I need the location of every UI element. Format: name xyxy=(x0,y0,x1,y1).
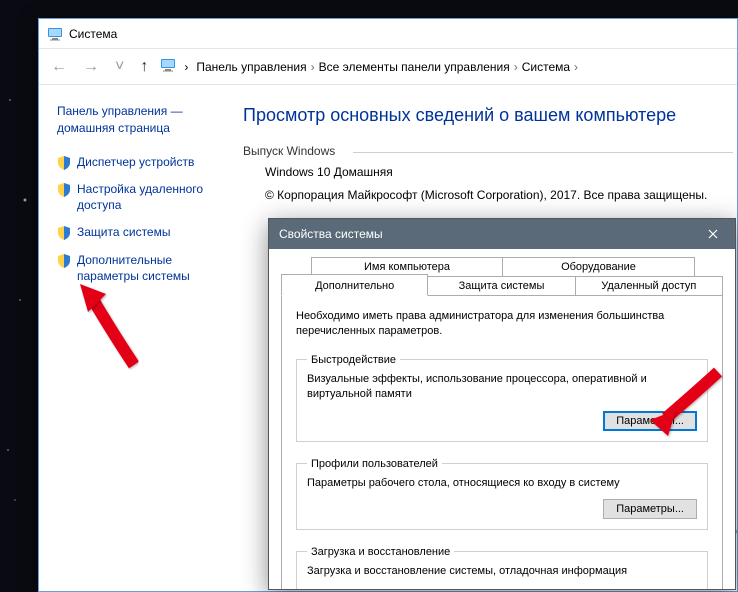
profiles-desc: Параметры рабочего стола, относящиеся ко… xyxy=(307,476,697,491)
tab-advanced[interactable]: Дополнительно xyxy=(281,274,428,296)
profiles-legend: Профили пользователей xyxy=(307,458,442,470)
sidebar: Панель управления — домашняя страница Ди… xyxy=(39,85,235,591)
chevron-right-icon: › xyxy=(514,60,518,74)
breadcrumb-all[interactable]: Все элементы панели управления xyxy=(319,60,510,74)
page-title: Просмотр основных сведений о вашем компь… xyxy=(243,105,733,126)
edition-legend: Выпуск Windows xyxy=(243,144,733,162)
tab-hardware[interactable]: Оборудование xyxy=(503,257,695,277)
performance-legend: Быстродействие xyxy=(307,354,400,366)
monitor-icon xyxy=(160,57,176,76)
admin-note: Необходимо иметь права администратора дл… xyxy=(296,309,708,340)
window-title: Система xyxy=(69,27,117,41)
tab-system-protection[interactable]: Защита системы xyxy=(428,276,575,296)
startup-legend: Загрузка и восстановление xyxy=(307,546,454,558)
close-icon xyxy=(708,229,718,239)
close-button[interactable] xyxy=(691,219,735,249)
tab-panel-advanced: Необходимо иметь права администратора дл… xyxy=(281,295,723,590)
performance-group: Быстродействие Визуальные эффекты, испол… xyxy=(296,354,708,442)
dialog-titlebar[interactable]: Свойства системы xyxy=(269,219,735,249)
breadcrumb-current[interactable]: Система xyxy=(522,60,570,74)
sidebar-item-system-protection[interactable]: Защита системы xyxy=(57,225,223,241)
sidebar-home-link[interactable]: Панель управления — домашняя страница xyxy=(57,103,223,137)
shield-icon xyxy=(57,226,71,240)
dialog-title: Свойства системы xyxy=(279,227,383,241)
nav-back-icon: ← xyxy=(47,56,71,78)
breadcrumb: Панель управления › Все элементы панели … xyxy=(196,60,578,74)
copyright-text: © Корпорация Майкрософт (Microsoft Corpo… xyxy=(265,184,733,207)
performance-settings-button[interactable]: Параметры... xyxy=(603,411,697,431)
system-properties-dialog: Свойства системы Имя компьютера Оборудов… xyxy=(268,218,736,590)
startup-group: Загрузка и восстановление Загрузка и вос… xyxy=(296,546,708,590)
profiles-settings-button[interactable]: Параметры... xyxy=(603,499,697,519)
chevron-right-icon: › xyxy=(184,60,188,74)
monitor-icon xyxy=(47,26,63,42)
divider xyxy=(353,152,733,153)
shield-icon xyxy=(57,254,71,268)
chevron-right-icon: › xyxy=(574,60,578,74)
sidebar-item-label: Диспетчер устройств xyxy=(77,155,194,171)
nav-forward-icon: → xyxy=(79,56,103,78)
sidebar-item-remote-settings[interactable]: Настройка удаленного доступа xyxy=(57,182,223,213)
sidebar-item-label: Настройка удаленного доступа xyxy=(77,182,223,213)
chevron-right-icon: › xyxy=(311,60,315,74)
shield-icon xyxy=(57,183,71,197)
sidebar-item-advanced-settings[interactable]: Дополнительные параметры системы xyxy=(57,253,223,284)
sidebar-item-label: Защита системы xyxy=(77,225,170,241)
sidebar-item-device-manager[interactable]: Диспетчер устройств xyxy=(57,155,223,171)
window-titlebar: Система xyxy=(39,19,737,49)
nav-up-icon[interactable]: ↑ xyxy=(136,56,152,78)
startup-desc: Загрузка и восстановление системы, отлад… xyxy=(307,564,697,579)
performance-desc: Визуальные эффекты, использование процес… xyxy=(307,372,697,403)
nav-recent-icon[interactable]: ˅ xyxy=(111,56,128,78)
sidebar-item-label: Дополнительные параметры системы xyxy=(77,253,223,284)
breadcrumb-root[interactable]: Панель управления xyxy=(196,60,306,74)
edition-name: Windows 10 Домашняя xyxy=(265,161,733,184)
shield-icon xyxy=(57,156,71,170)
navbar: ← → ˅ ↑ › Панель управления › Все элемен… xyxy=(39,49,737,85)
profiles-group: Профили пользователей Параметры рабочего… xyxy=(296,458,708,530)
tab-remote[interactable]: Удаленный доступ xyxy=(576,276,723,296)
